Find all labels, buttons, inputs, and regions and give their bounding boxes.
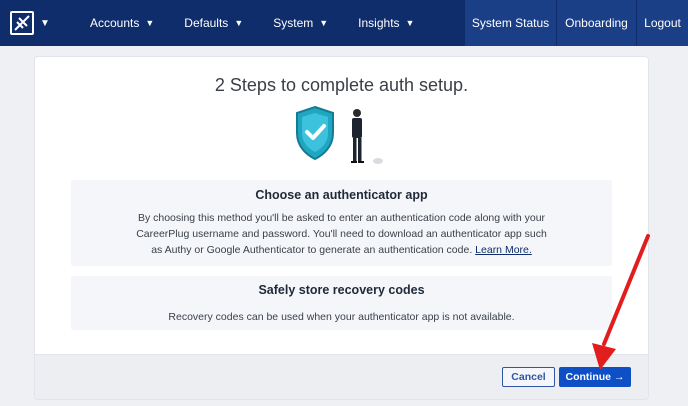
nav-logout[interactable]: Logout <box>636 0 688 46</box>
nav-accounts[interactable]: Accounts ▼ <box>90 0 154 46</box>
chevron-down-icon: ▼ <box>234 18 244 28</box>
arrow-right-icon: → <box>614 371 625 383</box>
nav-system-status[interactable]: System Status <box>464 0 556 46</box>
nav-onboarding[interactable]: Onboarding <box>556 0 636 46</box>
nav-defaults[interactable]: Defaults ▼ <box>184 0 243 46</box>
step-text: as Authy or Google Authenticator to gene… <box>71 242 612 258</box>
step-text-part: as Authy or Google Authenticator to gene… <box>151 244 473 256</box>
logo-menu[interactable]: ▼ <box>0 0 70 46</box>
auth-setup-card: 2 Steps to complete auth setup. Choose a… <box>34 56 649 400</box>
nav-system[interactable]: System ▼ <box>273 0 328 46</box>
nav-label: System <box>273 16 314 30</box>
step-heading: Safely store recovery codes <box>258 283 425 297</box>
chevron-down-icon: ▼ <box>319 18 329 28</box>
learn-more-link[interactable]: Learn More. <box>475 244 532 256</box>
step-heading: Choose an authenticator app <box>255 188 428 202</box>
logo-icon <box>10 11 34 35</box>
page-title: 2 Steps to complete auth setup. <box>214 75 469 95</box>
nav-label: Accounts <box>90 16 140 30</box>
continue-button[interactable]: Continue → <box>559 367 631 387</box>
security-illustration <box>296 105 383 164</box>
card-footer: Cancel Continue → <box>35 354 648 399</box>
nav-insights[interactable]: Insights ▼ <box>358 0 414 46</box>
authenticator-step: Choose an authenticator app By choosing … <box>71 180 612 266</box>
recovery-codes-step: Safely store recovery codes Recovery cod… <box>71 276 612 330</box>
nav-label: Defaults <box>184 16 229 30</box>
top-navbar: ▼ Accounts ▼ Defaults ▼ System ▼ Insight… <box>0 0 688 46</box>
step-text: CareerPlug username and password. You'll… <box>136 228 547 240</box>
nav-label: Insights <box>358 16 400 30</box>
chevron-down-icon: ▼ <box>145 18 155 28</box>
step-text: Recovery codes can be used when your aut… <box>168 311 515 323</box>
chevron-down-icon: ▼ <box>405 18 415 28</box>
continue-label: Continue <box>565 371 612 383</box>
step-text: By choosing this method you'll be asked … <box>137 212 546 224</box>
cancel-button[interactable]: Cancel <box>502 367 555 387</box>
chevron-down-icon: ▼ <box>40 17 50 29</box>
